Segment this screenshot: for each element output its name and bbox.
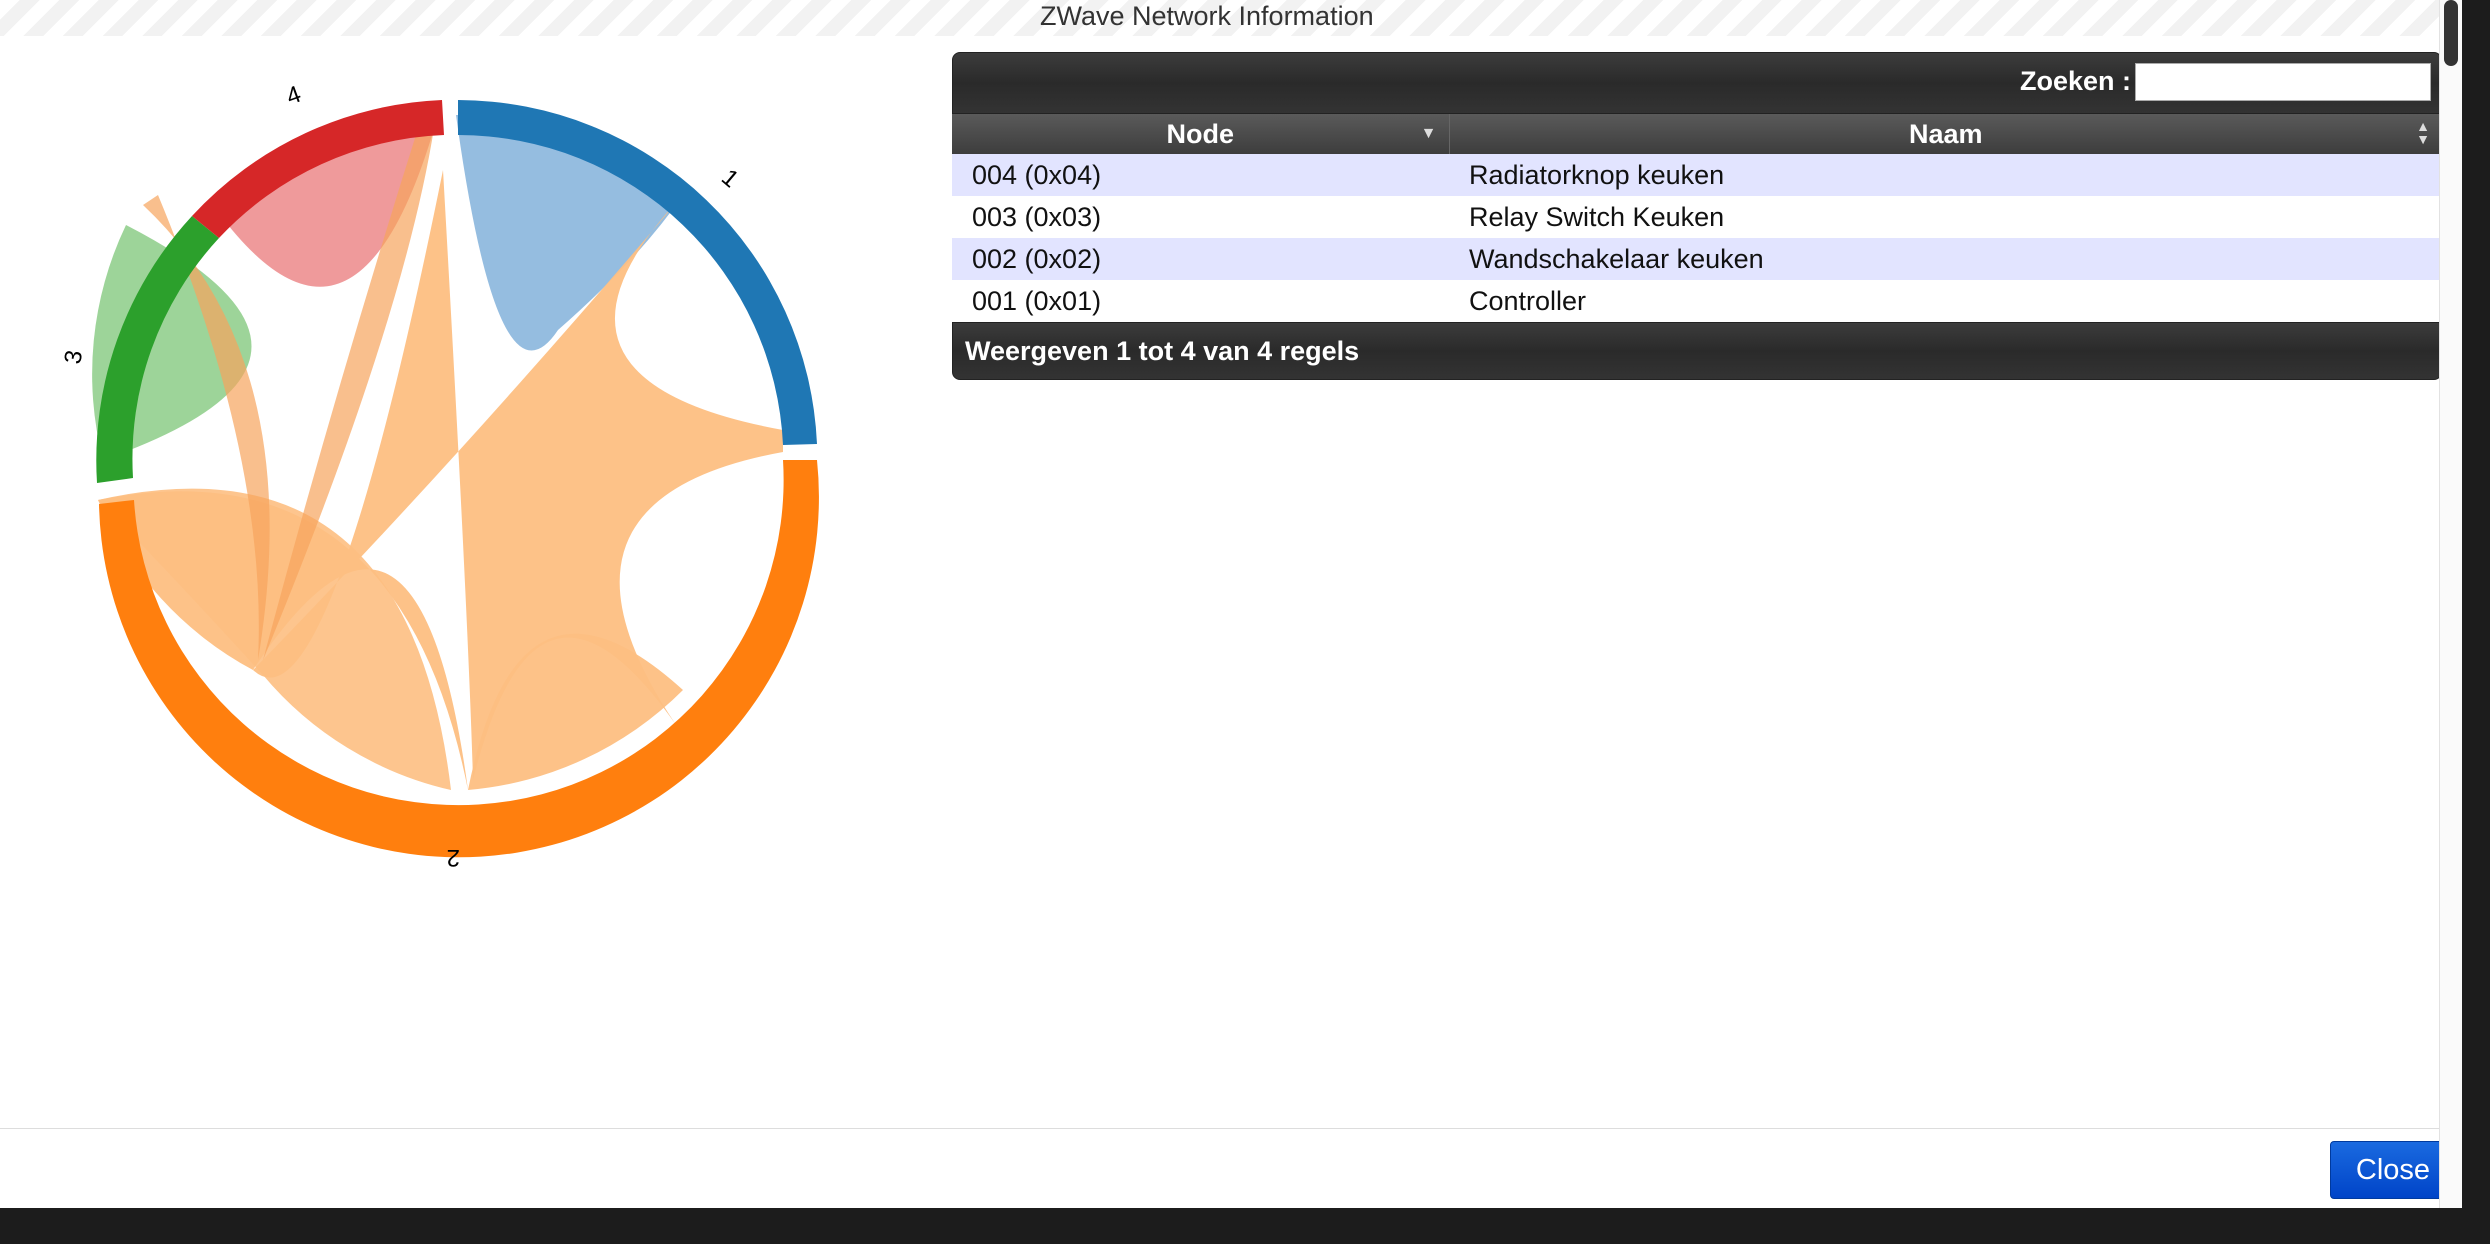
cell-name: Radiatorknop keuken (1449, 154, 2442, 196)
cell-node: 001 (0x01) (952, 280, 1449, 322)
dialog-footer: Close (0, 1128, 2462, 1208)
sort-both-icon: ▲ ▼ (2416, 118, 2430, 147)
column-header-naam[interactable]: Naam ▲ ▼ (1448, 114, 2442, 154)
network-chord-diagram: 1 2 3 4 (59, 81, 819, 871)
nodes-table-wrapper: Zoeken : Node ▼ Naam ▲ ▼ 004 (0x04) Radi… (952, 52, 2442, 380)
table-header-row: Node ▼ Naam ▲ ▼ (952, 114, 2442, 154)
table-toolbar-top: Zoeken : (952, 52, 2442, 114)
dialog-title: ZWave Network Information (1040, 1, 1374, 31)
dialog-scrollbar[interactable] (2439, 0, 2462, 1208)
cell-name: Wandschakelaar keuken (1449, 238, 2442, 280)
table-row[interactable]: 004 (0x04) Radiatorknop keuken (952, 154, 2442, 196)
search-input[interactable] (2135, 63, 2431, 101)
cell-node: 003 (0x03) (952, 196, 1449, 238)
cell-name: Controller (1449, 280, 2442, 322)
scrollbar-thumb[interactable] (2444, 0, 2458, 66)
group-label-3: 3 (59, 348, 88, 366)
table-info: Weergeven 1 tot 4 van 4 regels (952, 322, 2442, 380)
close-button[interactable]: Close (2330, 1141, 2456, 1199)
cell-node: 002 (0x02) (952, 238, 1449, 280)
group-label-2: 2 (447, 844, 460, 871)
group-label-1: 1 (716, 164, 744, 193)
column-header-naam-label: Naam (1908, 118, 1983, 149)
group-label-4: 4 (283, 81, 305, 111)
column-header-node-label: Node (1166, 118, 1235, 149)
cell-name: Relay Switch Keuken (1449, 196, 2442, 238)
table-row[interactable]: 003 (0x03) Relay Switch Keuken (952, 196, 2442, 238)
search-label: Zoeken : (2019, 66, 2131, 96)
column-header-node[interactable]: Node ▼ (952, 114, 1449, 154)
nodes-table: Node ▼ Naam ▲ ▼ 004 (0x04) Radiatorknop k… (952, 114, 2442, 322)
cell-node: 004 (0x04) (952, 154, 1449, 196)
zwave-network-dialog: ZWave Network Information 1 2 3 4 Zoeken… (0, 0, 2462, 1208)
table-row[interactable]: 002 (0x02) Wandschakelaar keuken (952, 238, 2442, 280)
table-row[interactable]: 001 (0x01) Controller (952, 280, 2442, 322)
sort-desc-icon: ▼ (1420, 125, 1437, 142)
